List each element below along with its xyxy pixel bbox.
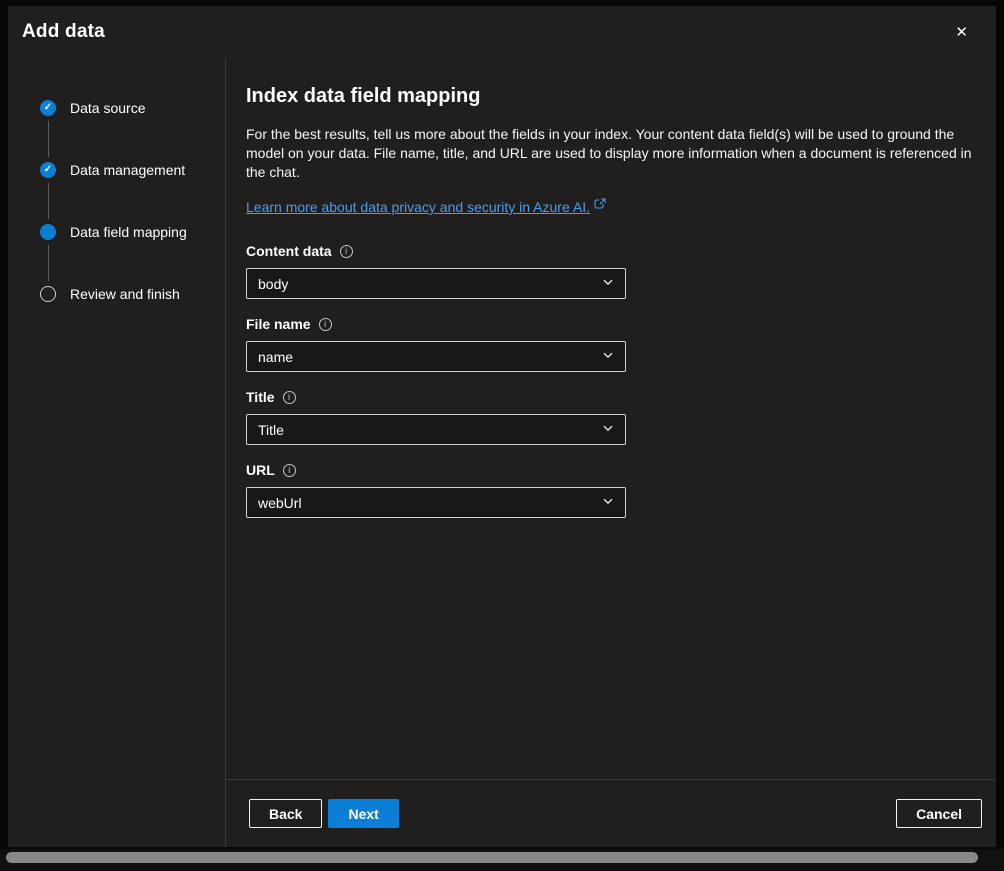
field-label: URL <box>246 462 275 478</box>
dropdown-value: body <box>258 276 288 292</box>
field-label-row: Content data i <box>246 243 982 259</box>
step-completed-icon: ✓ <box>40 100 56 116</box>
cancel-button[interactable]: Cancel <box>896 799 982 828</box>
step-completed-icon: ✓ <box>40 162 56 178</box>
description-text: For the best results, tell us more about… <box>246 125 982 182</box>
step-review-and-finish[interactable]: Review and finish <box>40 263 225 325</box>
dialog-footer: Back Next Cancel <box>226 779 996 847</box>
info-icon[interactable]: i <box>283 464 296 477</box>
field-label: Content data <box>246 243 332 259</box>
step-label: Data field mapping <box>70 224 187 240</box>
field-label: Title <box>246 389 275 405</box>
step-upcoming-icon <box>40 286 56 302</box>
field-label-row: File name i <box>246 316 982 332</box>
step-label: Data source <box>70 100 145 116</box>
chevron-down-icon <box>602 348 614 366</box>
step-data-field-mapping[interactable]: Data field mapping <box>40 201 225 263</box>
step-label: Review and finish <box>70 286 180 302</box>
field-title: Title i Title <box>246 389 982 445</box>
horizontal-scrollbar-track[interactable] <box>0 849 1004 871</box>
info-icon[interactable]: i <box>319 318 332 331</box>
chevron-down-icon <box>602 275 614 293</box>
step-label: Data management <box>70 162 185 178</box>
step-data-management[interactable]: ✓ Data management <box>40 139 225 201</box>
file-name-dropdown[interactable]: name <box>246 341 626 372</box>
back-button[interactable]: Back <box>249 799 322 828</box>
external-link-icon <box>594 197 606 213</box>
horizontal-scrollbar-thumb[interactable] <box>6 852 978 863</box>
dialog-header: Add data ✕ <box>8 6 996 58</box>
close-icon: ✕ <box>955 24 968 41</box>
next-button[interactable]: Next <box>328 799 398 828</box>
field-content-data: Content data i body <box>246 243 982 299</box>
privacy-link-text: Learn more about data privacy and securi… <box>246 199 590 215</box>
field-label: File name <box>246 316 311 332</box>
chevron-down-icon <box>602 421 614 439</box>
field-label-row: Title i <box>246 389 982 405</box>
title-dropdown[interactable]: Title <box>246 414 626 445</box>
chevron-down-icon <box>602 494 614 512</box>
dropdown-value: webUrl <box>258 495 302 511</box>
page-title: Index data field mapping <box>246 85 982 108</box>
dropdown-value: Title <box>258 422 284 438</box>
step-data-source[interactable]: ✓ Data source <box>40 77 225 139</box>
dialog-body: ✓ Data source ✓ Data management Data fie… <box>8 58 996 847</box>
info-icon[interactable]: i <box>283 391 296 404</box>
field-label-row: URL i <box>246 462 982 478</box>
main-content: Index data field mapping For the best re… <box>226 58 996 779</box>
url-dropdown[interactable]: webUrl <box>246 487 626 518</box>
add-data-dialog: Add data ✕ ✓ Data source ✓ Data manageme… <box>8 6 996 847</box>
wizard-stepper: ✓ Data source ✓ Data management Data fie… <box>8 58 226 847</box>
dropdown-value: name <box>258 349 293 365</box>
info-icon[interactable]: i <box>340 245 353 258</box>
field-url: URL i webUrl <box>246 462 982 518</box>
privacy-link[interactable]: Learn more about data privacy and securi… <box>246 199 606 215</box>
close-button[interactable]: ✕ <box>949 19 974 46</box>
page-background: { "dialog": { "title": "Add data" }, "ic… <box>0 0 1004 871</box>
content-data-dropdown[interactable]: body <box>246 268 626 299</box>
dialog-title: Add data <box>22 21 105 43</box>
field-file-name: File name i name <box>246 316 982 372</box>
main-panel: Index data field mapping For the best re… <box>226 58 996 847</box>
step-current-icon <box>40 224 56 240</box>
